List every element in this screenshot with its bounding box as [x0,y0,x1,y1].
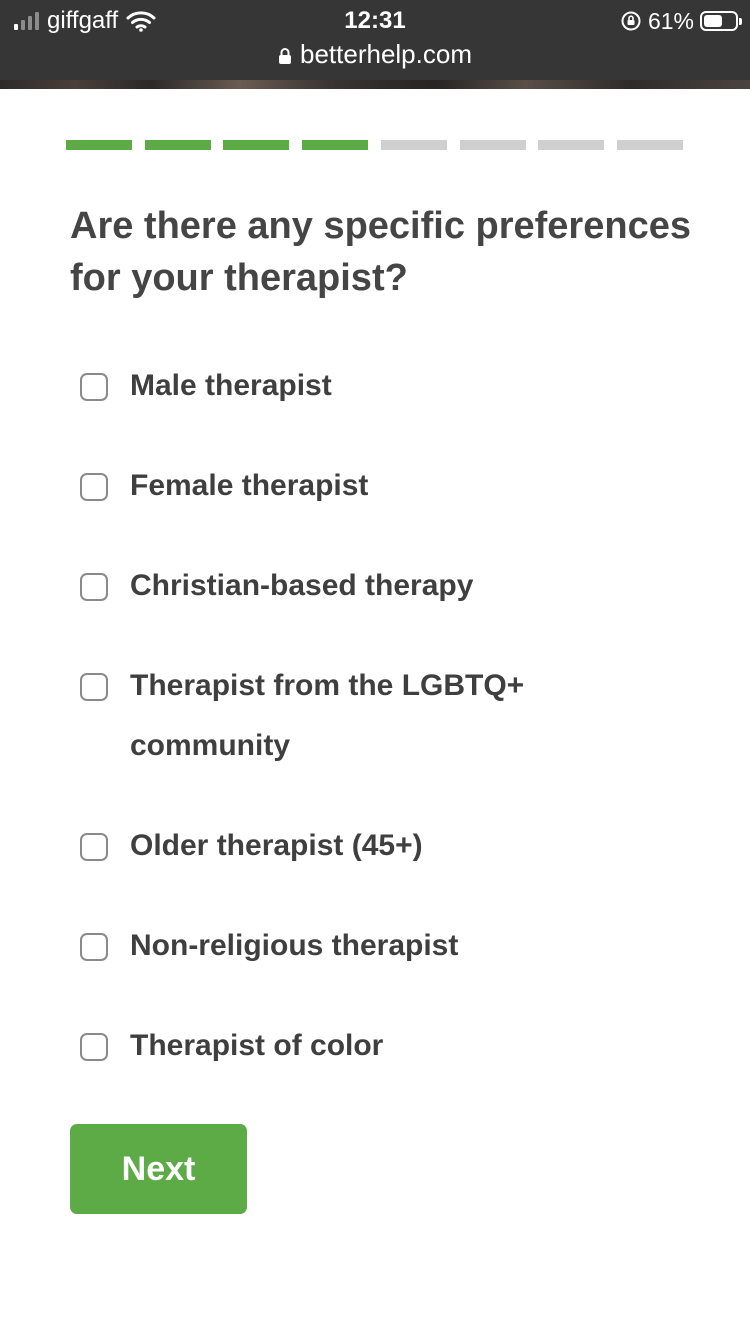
checkbox[interactable] [80,573,108,601]
battery-percent: 61% [647,7,694,34]
progress-step [616,140,683,150]
header-image [0,80,750,89]
orientation-lock-icon [621,11,641,31]
option-label: Therapist of color [130,1029,384,1062]
option-label: Older therapist (45+) [130,829,423,862]
battery-icon [700,11,742,31]
preference-option[interactable]: Therapist of color [80,1029,680,1076]
preference-option[interactable]: Non-religious therapist [80,929,680,976]
progress-step [144,140,211,150]
option-label: Female therapist [130,469,369,502]
progress-step [223,140,290,150]
url-text: betterhelp.com [300,39,472,69]
checkbox[interactable] [80,373,108,401]
option-label: Non-religious therapist [130,929,459,962]
progress-indicator [66,140,683,150]
status-bar: giffgaff 12:31 61% betterhelp.com [0,0,750,80]
next-button[interactable]: Next [70,1124,247,1214]
preference-option[interactable]: Female therapist [80,469,680,516]
progress-step [302,140,369,150]
progress-step [380,140,447,150]
preference-option[interactable]: Male therapist [80,369,680,416]
preference-option[interactable]: Christian-based therapy [80,569,680,616]
checkbox[interactable] [80,1033,108,1061]
checkbox[interactable] [80,933,108,961]
progress-step [66,140,132,150]
checkbox[interactable] [80,673,108,701]
preference-option[interactable]: Therapist from the LGBTQ+ community [80,669,680,776]
preference-option[interactable]: Older therapist (45+) [80,829,680,876]
option-label: Therapist from the LGBTQ+ community [130,669,525,762]
option-label: Male therapist [130,369,332,402]
progress-step [538,140,605,150]
lock-icon [279,48,291,65]
progress-step [459,140,526,150]
address-bar[interactable]: betterhelp.com [0,36,750,72]
option-label: Christian-based therapy [130,569,474,602]
checkbox[interactable] [80,833,108,861]
question-title: Are there any specific preferences for y… [70,205,691,299]
checkbox[interactable] [80,473,108,501]
battery-status: 61% [620,6,742,36]
